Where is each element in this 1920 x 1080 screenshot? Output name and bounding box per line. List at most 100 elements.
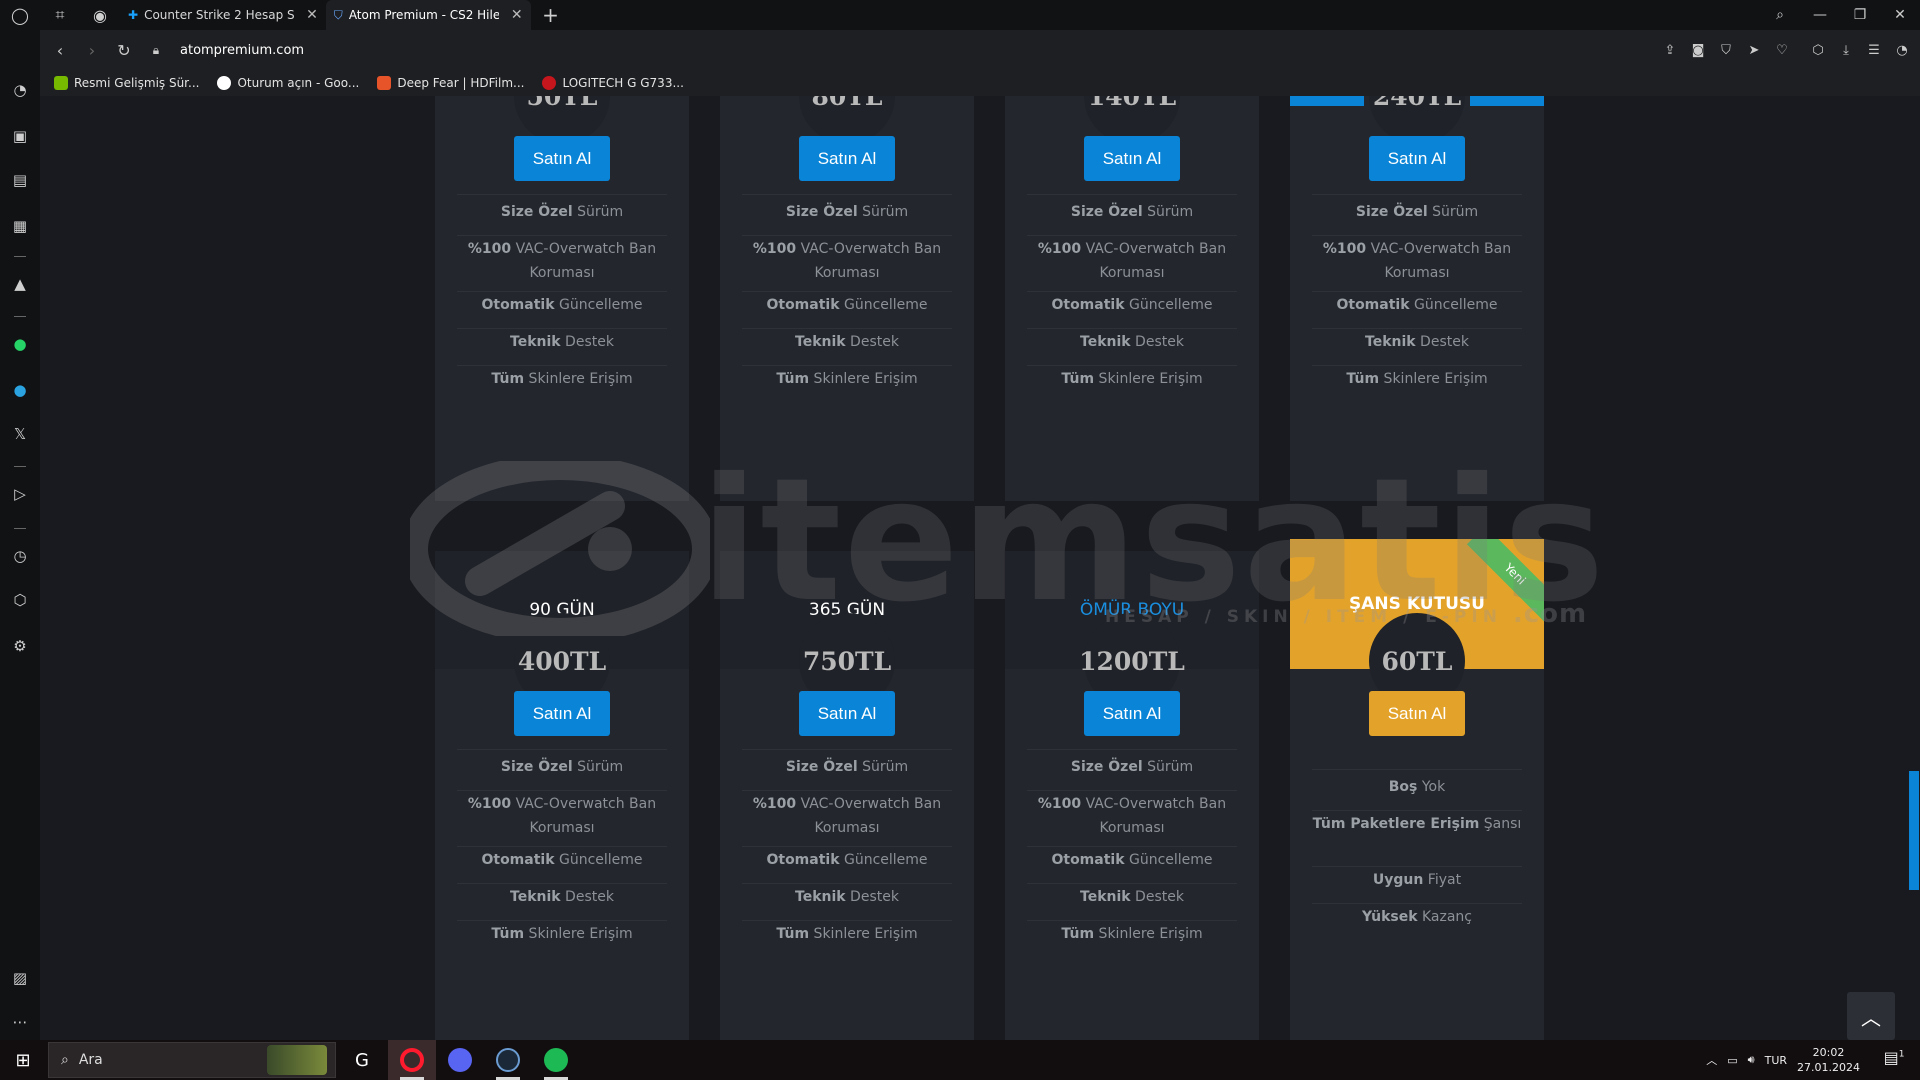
history-icon[interactable]: ◷ [8, 544, 32, 568]
network-icon[interactable]: ▭ [1727, 1054, 1737, 1067]
aria-icon[interactable]: ▲ [8, 272, 32, 296]
feature-item: Otomatik Güncelleme [481, 852, 643, 868]
close-tab-icon[interactable]: ✕ [306, 7, 318, 23]
feature-item: Teknik Destek [795, 889, 899, 905]
search-tabs-icon[interactable]: ⌕ [1760, 0, 1800, 30]
windows-taskbar: ⊞ ⌕ Ara G ︿ ▭ 🔊︎ TUR 20:02 27.01.2024 ▤1 [0, 1040, 1920, 1080]
google-icon [217, 76, 232, 90]
watermark-subtext: HESAP / SKIN / ITEM / E-PIN .com [1105, 599, 1588, 629]
player-icon[interactable]: ▷ [8, 482, 32, 506]
system-tray: ︿ ▭ 🔊︎ TUR 20:02 27.01.2024 [1706, 1040, 1860, 1080]
feature-item: %100 VAC-Overwatch Ban Koruması [467, 241, 657, 281]
taskbar-app-discord[interactable] [436, 1040, 484, 1080]
feature-item: Tüm Skinlere Erişim [491, 926, 633, 942]
taskbar-search[interactable]: ⌕ Ara [48, 1042, 336, 1078]
telegram-icon[interactable]: ● [8, 378, 32, 402]
feature-item: %100 VAC-Overwatch Ban Koruması [752, 796, 942, 836]
more-options-icon[interactable]: ⋯ [8, 1010, 32, 1034]
bookmark-item[interactable]: LOGITECH G G733... [542, 76, 684, 90]
feature-item: Teknik Destek [1365, 334, 1469, 350]
cube-icon[interactable]: ⬡ [8, 588, 32, 612]
opera-logo-icon[interactable]: ◯ [0, 0, 40, 30]
forward-icon[interactable]: › [76, 34, 108, 66]
feature-item: Size Özel Sürüm [785, 759, 909, 775]
windows-start-icon[interactable]: ⊞ [0, 1040, 46, 1080]
volume-icon[interactable]: 🔊︎ [1748, 1053, 1755, 1067]
feature-item: Size Özel Sürüm [785, 204, 909, 220]
taskbar-app-opera[interactable] [388, 1040, 436, 1080]
close-window-icon[interactable]: ✕ [1880, 0, 1920, 30]
feature-item: Otomatik Güncelleme [1051, 852, 1213, 868]
scrollbar-thumb[interactable] [1909, 771, 1919, 890]
taskbar-app-steam[interactable] [484, 1040, 532, 1080]
logitech-icon [542, 76, 557, 90]
page-content: 50TL Satın Al Size Özel Sürüm %100 VAC-O… [40, 96, 1920, 1040]
buy-button[interactable]: Satın Al [1369, 691, 1465, 736]
feature-item: Tüm Skinlere Erişim [1061, 926, 1203, 942]
url-field[interactable]: atompremium.com [180, 43, 304, 58]
whatsapp-icon[interactable]: ● [8, 332, 32, 356]
bag-icon[interactable]: ▣ [8, 124, 32, 148]
itemsatis-logo-watermark [410, 461, 710, 636]
minimize-icon[interactable]: — [1800, 0, 1840, 30]
buy-button[interactable]: Satın Al [514, 136, 610, 181]
snapshot-icon[interactable]: ◙ [1688, 43, 1708, 58]
workspaces-icon[interactable]: ⌗ [40, 0, 80, 30]
download-icon[interactable]: ⤓ [1836, 43, 1856, 58]
feature-item: Teknik Destek [795, 334, 899, 350]
search-icon: ⌕ [61, 1052, 69, 1068]
image-icon[interactable]: ▨ [8, 966, 32, 990]
bookmarks-bar: Resmi Gelişmiş Sür... Oturum açın - Goo.… [40, 70, 1920, 96]
language-indicator[interactable]: TUR [1765, 1054, 1787, 1067]
clock[interactable]: 20:02 27.01.2024 [1797, 1045, 1860, 1075]
bookmark-item[interactable]: Deep Fear | HDFilm... [377, 76, 524, 90]
lock-icon: 🔒︎ [152, 42, 160, 57]
send-icon[interactable]: ➤ [1744, 43, 1764, 58]
search-placeholder: Ara [78, 1052, 103, 1068]
bookmark-item[interactable]: Resmi Gelişmiş Sür... [54, 76, 199, 90]
scroll-to-top-button[interactable]: ︿ [1847, 992, 1895, 1040]
buy-button[interactable]: Satın Al [799, 136, 895, 181]
box-icon[interactable]: ⬡ [1808, 43, 1828, 58]
close-tab-icon[interactable]: ✕ [511, 7, 523, 23]
featured-top-bar [1290, 96, 1364, 106]
bookmark-item[interactable]: Oturum açın - Goo... [217, 76, 359, 90]
buy-button[interactable]: Satın Al [1084, 136, 1180, 181]
feature-item: %100 VAC-Overwatch Ban Koruması [467, 796, 657, 836]
new-tab-icon[interactable]: + [531, 0, 571, 30]
buy-button[interactable]: Satın Al [799, 691, 895, 736]
plus-favicon-icon: ✚ [128, 8, 139, 22]
search-highlight-bird-icon [267, 1045, 327, 1075]
share-icon[interactable]: ⇪ [1660, 43, 1680, 58]
taskbar-app-logitech[interactable]: G [338, 1040, 386, 1080]
buy-button[interactable]: Satın Al [1369, 136, 1465, 181]
opera-sidebar: ◔ ▣ ▤ ▦ ▲ ● ● 𝕏 ▷ ◷ ⬡ ⚙ ▨ ⋯ [0, 30, 40, 1040]
heart-icon[interactable]: ♡ [1772, 43, 1792, 58]
taskbar-app-spotify[interactable] [532, 1040, 580, 1080]
reload-icon[interactable]: ↻ [108, 34, 140, 66]
back-icon[interactable]: ‹ [44, 34, 76, 66]
x-twitter-icon[interactable]: 𝕏 [8, 422, 32, 446]
tab-favicon-globe-icon: ◉ [93, 5, 107, 25]
feature-item: Tüm Skinlere Erişim [1061, 371, 1203, 387]
browser-tab-bar: ◯ ⌗ ◉ ✚ Counter Strike 2 Hesap Sat ✕ ⛉ A… [0, 0, 1920, 30]
buy-button[interactable]: Satın Al [514, 691, 610, 736]
twitch-icon[interactable]: ▤ [8, 168, 32, 192]
featured-top-bar [1470, 96, 1544, 106]
vpn-shield-icon[interactable]: ⛉ [1716, 43, 1736, 58]
tray-chevron-icon[interactable]: ︿ [1706, 1052, 1717, 1068]
feature-item: Tüm Paketlere Erişim Şansı [1312, 816, 1522, 832]
feature-item: Otomatik Güncelleme [766, 852, 928, 868]
tab-counter-strike[interactable]: ✚ Counter Strike 2 Hesap Sat ✕ [120, 0, 326, 30]
restore-icon[interactable]: ❐ [1840, 0, 1880, 30]
tab-atom-premium[interactable]: ⛉ Atom Premium - CS2 Hile ✕ [325, 0, 531, 30]
buy-button[interactable]: Satın Al [1084, 691, 1180, 736]
extension-icon[interactable]: ▦ [8, 214, 32, 238]
notification-center-icon[interactable]: ▤1 [1882, 1048, 1906, 1072]
feature-item: Boş Yok [1388, 779, 1446, 795]
profile-icon[interactable]: ◔ [1892, 43, 1912, 58]
easy-setup-icon[interactable]: ☰ [1864, 43, 1884, 58]
speed-dial-icon[interactable]: ◔ [8, 78, 32, 102]
feature-item: Teknik Destek [510, 334, 614, 350]
settings-gear-icon[interactable]: ⚙ [8, 634, 32, 658]
